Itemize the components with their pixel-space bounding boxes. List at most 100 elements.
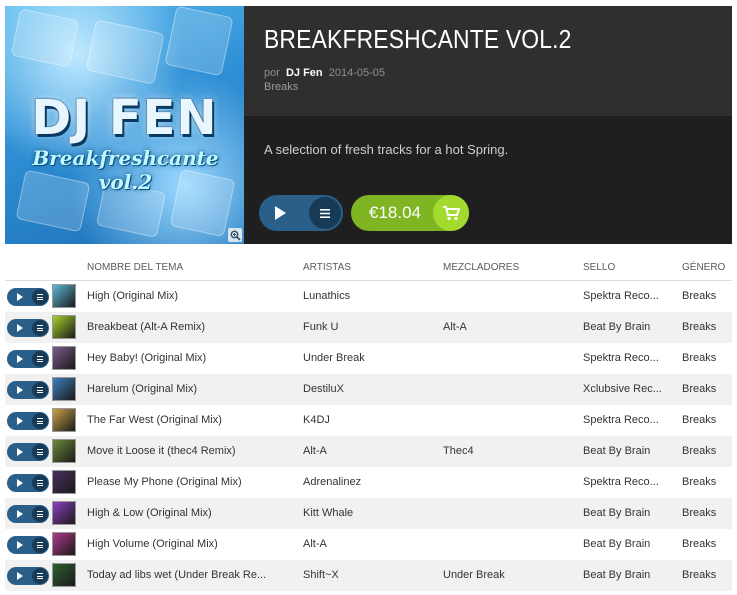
track-thumbnail[interactable] <box>52 563 76 587</box>
track-remixers[interactable]: Under Break <box>443 569 573 581</box>
queue-list-icon[interactable] <box>32 444 48 460</box>
queue-list-icon[interactable] <box>32 537 48 553</box>
track-title[interactable]: High & Low (Original Mix) <box>87 507 292 519</box>
track-genre[interactable]: Breaks <box>682 321 732 333</box>
track-remixers[interactable]: Alt-A <box>443 321 573 333</box>
track-label[interactable]: Beat By Brain <box>583 445 675 457</box>
track-genre[interactable]: Breaks <box>682 383 732 395</box>
track-label[interactable]: Spektra Reco... <box>583 352 675 364</box>
play-icon[interactable] <box>17 324 23 332</box>
column-header-title[interactable]: NOMBRE DEL TEMA <box>87 262 183 273</box>
play-icon[interactable] <box>17 448 23 456</box>
shopping-cart-icon[interactable] <box>433 195 469 231</box>
play-icon[interactable] <box>17 572 23 580</box>
track-genre[interactable]: Breaks <box>682 445 732 457</box>
track-thumbnail[interactable] <box>52 501 76 525</box>
track-thumbnail[interactable] <box>52 377 76 401</box>
play-icon[interactable] <box>17 510 23 518</box>
queue-list-icon[interactable] <box>32 289 48 305</box>
track-row[interactable]: Breakbeat (Alt-A Remix) Funk U Alt-A Beat B… <box>5 312 732 343</box>
column-header-label[interactable]: SELLO <box>583 262 615 273</box>
queue-list-icon[interactable] <box>32 568 48 584</box>
queue-list-icon[interactable] <box>32 320 48 336</box>
queue-list-icon[interactable] <box>32 475 48 491</box>
track-artists[interactable]: Kitt Whale <box>303 507 433 519</box>
column-header-remixers[interactable]: MEZCLADORES <box>443 262 519 273</box>
queue-list-icon[interactable] <box>32 382 48 398</box>
track-genre[interactable]: Breaks <box>682 507 732 519</box>
track-row[interactable]: High Volume (Original Mix) Alt-A Beat By B… <box>5 529 732 560</box>
queue-list-icon[interactable] <box>32 413 48 429</box>
play-icon[interactable] <box>275 206 286 220</box>
track-artists[interactable]: DestiluX <box>303 383 433 395</box>
play-icon[interactable] <box>17 386 23 394</box>
track-artists[interactable]: Adrenalinez <box>303 476 433 488</box>
track-artists[interactable]: Funk U <box>303 321 433 333</box>
queue-list-icon[interactable] <box>32 506 48 522</box>
play-icon[interactable] <box>17 541 23 549</box>
track-title[interactable]: Move it Loose it (thec4 Remix) <box>87 445 292 457</box>
track-row[interactable]: High (Original Mix) Lunathics Spektra Reco… <box>5 281 732 312</box>
track-artists[interactable]: Alt-A <box>303 445 433 457</box>
track-title[interactable]: Breakbeat (Alt-A Remix) <box>87 321 292 333</box>
play-icon[interactable] <box>17 417 23 425</box>
track-title[interactable]: High Volume (Original Mix) <box>87 538 292 550</box>
queue-list-icon[interactable] <box>309 197 341 229</box>
column-header-artists[interactable]: ARTISTAS <box>303 262 351 273</box>
release-artist-link[interactable]: DJ Fen <box>286 67 323 79</box>
track-row[interactable]: Hey Baby! (Original Mix) Under Break Spekt… <box>5 343 732 374</box>
play-icon[interactable] <box>17 479 23 487</box>
release-description: A selection of fresh tracks for a hot Sp… <box>264 142 509 157</box>
zoom-magnifier-icon[interactable] <box>228 228 242 242</box>
track-genre[interactable]: Breaks <box>682 290 732 302</box>
track-label[interactable]: Beat By Brain <box>583 569 675 581</box>
track-thumbnail[interactable] <box>52 284 76 308</box>
track-row[interactable]: Move it Loose it (thec4 Remix) Alt-A Thec4… <box>5 436 732 467</box>
track-thumbnail[interactable] <box>52 439 76 463</box>
track-label[interactable]: Xclubsive Rec... <box>583 383 675 395</box>
track-row[interactable]: Harelum (Original Mix) DestiluX Xclubsive … <box>5 374 732 405</box>
track-label[interactable]: Beat By Brain <box>583 321 675 333</box>
column-header-genre[interactable]: GÉNERO <box>682 262 725 273</box>
track-artists[interactable]: Lunathics <box>303 290 433 302</box>
track-genre[interactable]: Breaks <box>682 352 732 364</box>
queue-list-icon[interactable] <box>32 351 48 367</box>
track-genre[interactable]: Breaks <box>682 476 732 488</box>
release-genre-link[interactable]: Breaks <box>264 81 298 93</box>
track-row[interactable]: Please My Phone (Original Mix) Adrenaline… <box>5 467 732 498</box>
track-thumbnail[interactable] <box>52 346 76 370</box>
track-title[interactable]: Harelum (Original Mix) <box>87 383 292 395</box>
track-title[interactable]: The Far West (Original Mix) <box>87 414 292 426</box>
track-artists[interactable]: Shift~X <box>303 569 433 581</box>
track-label[interactable]: Beat By Brain <box>583 538 675 550</box>
buy-release-button[interactable]: €18.04 <box>351 195 469 231</box>
track-artists[interactable]: Under Break <box>303 352 433 364</box>
track-genre[interactable]: Breaks <box>682 414 732 426</box>
track-row[interactable]: High & Low (Original Mix) Kitt Whale Beat … <box>5 498 732 529</box>
track-genre[interactable]: Breaks <box>682 569 732 581</box>
track-title[interactable]: High (Original Mix) <box>87 290 292 302</box>
track-row[interactable]: Today ad libs wet (Under Break Re... Shif… <box>5 560 732 591</box>
play-icon[interactable] <box>17 355 23 363</box>
track-artists[interactable]: Alt-A <box>303 538 433 550</box>
release-cover-art[interactable]: DJ FEN Breakfreshcante vol.2 <box>5 6 244 244</box>
track-remixers[interactable]: Thec4 <box>443 445 573 457</box>
cover-logo-text: DJ FEN <box>31 90 218 146</box>
track-genre[interactable]: Breaks <box>682 538 732 550</box>
track-label[interactable]: Beat By Brain <box>583 507 675 519</box>
track-title[interactable]: Please My Phone (Original Mix) <box>87 476 292 488</box>
track-thumbnail[interactable] <box>52 470 76 494</box>
track-label[interactable]: Spektra Reco... <box>583 290 675 302</box>
track-row[interactable]: The Far West (Original Mix) K4DJ Spektra R… <box>5 405 732 436</box>
track-thumbnail[interactable] <box>52 532 76 556</box>
track-thumbnail[interactable] <box>52 315 76 339</box>
play-icon[interactable] <box>17 293 23 301</box>
track-title[interactable]: Hey Baby! (Original Mix) <box>87 352 292 364</box>
track-artists[interactable]: K4DJ <box>303 414 433 426</box>
by-label: por <box>264 67 280 79</box>
track-thumbnail[interactable] <box>52 408 76 432</box>
release-meta: por DJ Fen 2014-05-05 <box>264 67 385 79</box>
track-title[interactable]: Today ad libs wet (Under Break Re... <box>87 569 292 581</box>
track-label[interactable]: Spektra Reco... <box>583 414 675 426</box>
track-label[interactable]: Spektra Reco... <box>583 476 675 488</box>
